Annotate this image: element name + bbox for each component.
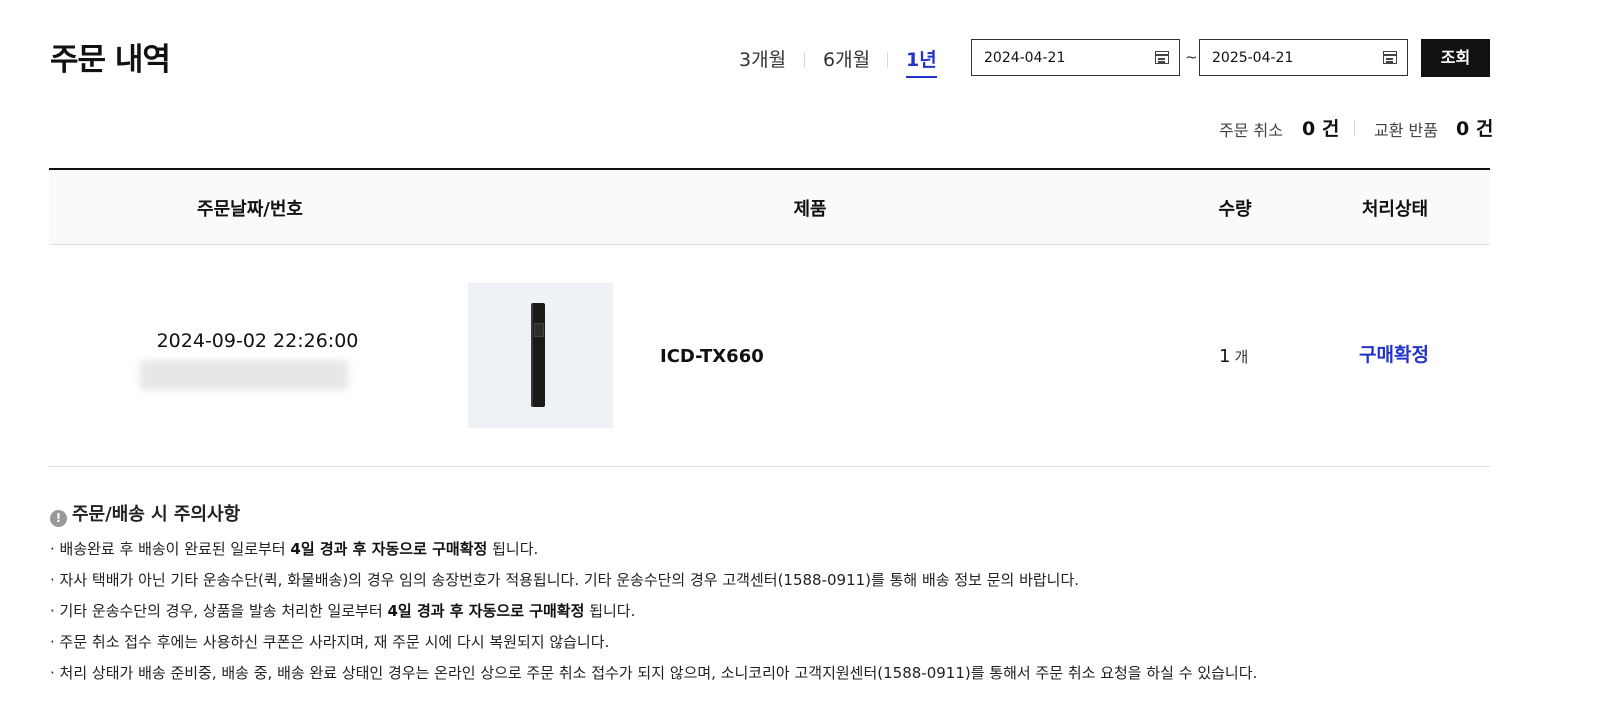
- start-date-value: 2024-04-21: [984, 50, 1066, 66]
- quantity-unit: 개: [1234, 348, 1249, 366]
- notice-item: · 주문 취소 접수 후에는 사용하신 쿠폰은 사라지며, 재 주문 시에 다시…: [50, 630, 1257, 661]
- quantity-value: 1: [1219, 346, 1231, 367]
- notice-list: · 배송완료 후 배송이 완료된 일로부터 4일 경과 후 자동으로 구매확정 …: [50, 537, 1257, 692]
- notice-item: · 기타 운송수단의 경우, 상품을 발송 처리한 일로부터 4일 경과 후 자…: [50, 599, 1257, 630]
- notice-text: 됩니다.: [584, 602, 636, 620]
- order-status[interactable]: 구매확정: [1359, 340, 1429, 367]
- notice-emphasis: 4일 경과 후 자동으로 구매확정: [290, 540, 488, 558]
- exchange-count-label: 교환 반품: [1374, 121, 1438, 140]
- product-thumbnail[interactable]: [468, 283, 613, 428]
- notice-text: · 자사 택배가 아닌 기타 운송수단(퀵, 화물배송)의 경우 임의 송장번호…: [50, 571, 1080, 589]
- search-button[interactable]: 조회: [1421, 39, 1490, 77]
- notice-text: · 기타 운송수단의 경우, 상품을 발송 처리한 일로부터: [50, 602, 388, 620]
- notice-text: · 주문 취소 접수 후에는 사용하신 쿠폰은 사라지며, 재 주문 시에 다시…: [50, 633, 610, 651]
- page-title: 주문 내역: [50, 42, 171, 78]
- notice-item: · 자사 택배가 아닌 기타 운송수단(퀵, 화물배송)의 경우 임의 송장번호…: [50, 568, 1257, 599]
- notice-emphasis: 4일 경과 후 자동으로 구매확정: [387, 602, 585, 620]
- notice-item: · 배송완료 후 배송이 완료된 일로부터 4일 경과 후 자동으로 구매확정 …: [50, 537, 1257, 568]
- period-tab-3-months[interactable]: 3개월: [739, 46, 786, 74]
- notice-text: · 배송완료 후 배송이 완료된 일로부터: [50, 540, 291, 558]
- notice-title: ! 주문/배송 시 주의사항: [50, 500, 240, 527]
- calendar-icon[interactable]: [1383, 51, 1397, 64]
- period-tab-1-year[interactable]: 1년: [906, 46, 937, 78]
- period-separator: [887, 52, 888, 68]
- column-header-quantity: 수량: [1218, 199, 1252, 220]
- notice-text: 됩니다.: [487, 540, 539, 558]
- counter-separator: [1354, 120, 1355, 136]
- notice-item: · 처리 상태가 배송 준비중, 배송 중, 배송 완료 상태인 경우는 온라인…: [50, 661, 1257, 692]
- date-range-separator: ~: [1185, 48, 1198, 66]
- order-number-redacted: [140, 360, 348, 390]
- period-separator: [804, 52, 805, 68]
- order-datetime: 2024-09-02 22:26:00: [156, 330, 359, 352]
- product-name[interactable]: ICD-TX660: [660, 346, 764, 367]
- start-date-field[interactable]: 2024-04-21: [971, 39, 1180, 76]
- calendar-icon[interactable]: [1155, 51, 1169, 64]
- period-tab-6-months[interactable]: 6개월: [823, 46, 870, 74]
- end-date-field[interactable]: 2025-04-21: [1199, 39, 1408, 76]
- column-header-product: 제품: [793, 199, 827, 220]
- notice-title-text: 주문/배송 시 주의사항: [72, 504, 241, 525]
- column-header-status: 처리상태: [1361, 199, 1429, 220]
- quantity: 1개: [1219, 346, 1248, 367]
- cancel-count-label: 주문 취소: [1219, 121, 1283, 140]
- cancel-count-value: 0 건: [1302, 118, 1340, 140]
- exchange-count-value: 0 건: [1456, 118, 1494, 140]
- end-date-value: 2025-04-21: [1212, 50, 1294, 66]
- info-icon: !: [50, 510, 67, 527]
- notice-text: · 처리 상태가 배송 준비중, 배송 중, 배송 완료 상태인 경우는 온라인…: [50, 664, 1258, 682]
- column-header-order-date: 주문날짜/번호: [197, 199, 303, 220]
- table-row-divider: [49, 466, 1490, 467]
- voice-recorder-image: [531, 303, 545, 407]
